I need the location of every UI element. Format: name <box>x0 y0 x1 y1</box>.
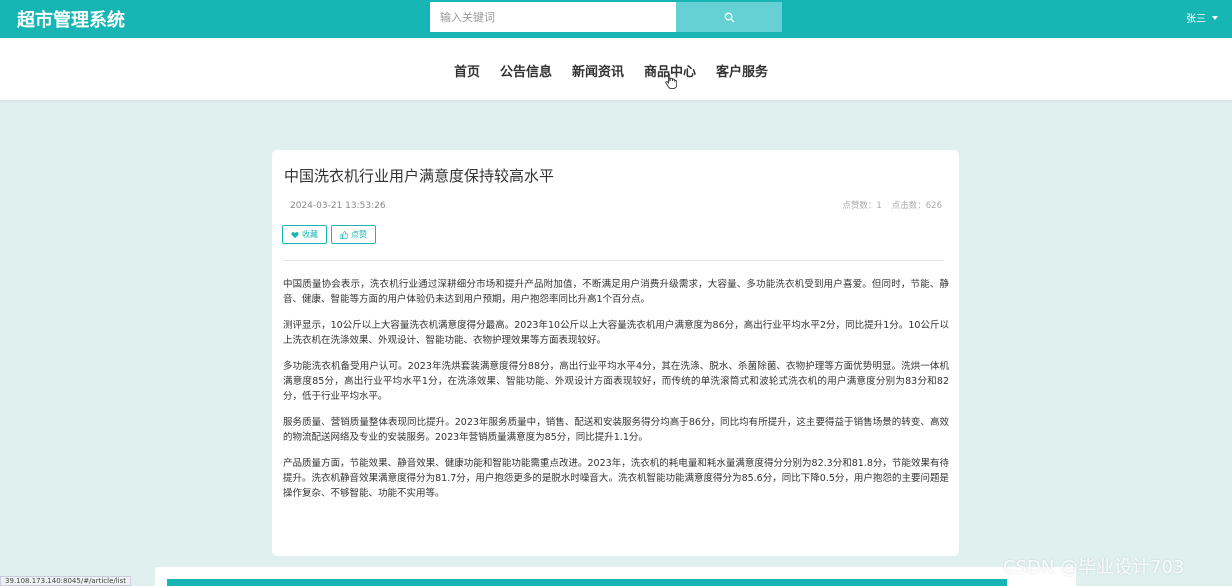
caret-down-icon <box>1212 15 1218 20</box>
divider <box>284 260 944 261</box>
footer-bar <box>167 579 1007 586</box>
status-bar-url: 39.108.173.140:8045/#/article/list <box>0 576 132 586</box>
watermark: CSDN @毕业设计703 <box>1003 557 1185 578</box>
nav-item-customer-service[interactable]: 客户服务 <box>716 61 768 80</box>
article-content: 中国质量协会表示，洗衣机行业通过深耕细分市场和提升产品附加值，不断满足用户消费升… <box>283 277 949 512</box>
favorite-button[interactable]: 收藏 <box>282 225 327 244</box>
article-paragraph: 测评显示，10公斤以上大容量洗衣机满意度得分最高。2023年10公斤以上大容量洗… <box>283 320 949 346</box>
user-name: 张三 <box>1186 14 1206 25</box>
like-label: 点赞 <box>351 230 367 239</box>
heart-icon <box>291 231 299 238</box>
article-paragraph: 产品质量方面，节能效果、静音效果、健康功能和智能功能需重点改进。2023年，洗衣… <box>283 458 949 499</box>
search-box <box>430 2 782 32</box>
article-card: 中国洗衣机行业用户满意度保持较高水平 2024-03-21 13:53:26 点… <box>272 150 959 556</box>
user-menu[interactable]: 张三 <box>1186 10 1218 25</box>
article-stats: 点赞数：1 点击数：626 <box>842 199 942 211</box>
top-bar: 超市管理系统 张三 <box>0 0 1232 38</box>
nav-item-announcements[interactable]: 公告信息 <box>500 61 552 80</box>
nav-item-home[interactable]: 首页 <box>454 61 480 80</box>
nav-item-news[interactable]: 新闻资讯 <box>572 61 624 80</box>
search-input[interactable] <box>430 2 676 32</box>
article-title: 中国洗衣机行业用户满意度保持较高水平 <box>284 167 555 185</box>
article-paragraph: 多功能洗衣机备受用户认可。2023年洗烘套装满意度得分88分，高出行业平均水平4… <box>283 361 949 402</box>
hand-cursor-icon <box>665 73 677 89</box>
article-paragraph: 中国质量协会表示，洗衣机行业通过深耕细分市场和提升产品附加值，不断满足用户消费升… <box>283 279 949 305</box>
favorite-label: 收藏 <box>302 230 318 239</box>
search-icon <box>724 12 734 22</box>
app-title: 超市管理系统 <box>17 10 125 31</box>
article-date: 2024-03-21 13:53:26 <box>290 201 386 211</box>
like-button[interactable]: 点赞 <box>331 225 376 244</box>
likes-count: 点赞数：1 <box>842 201 882 211</box>
search-button[interactable] <box>676 2 782 32</box>
clicks-count: 点击数：626 <box>891 201 942 211</box>
article-paragraph: 服务质量、营销质量整体表现同比提升。2023年服务质量中，销售、配送和安装服务得… <box>283 417 949 443</box>
thumbs-up-icon <box>340 230 348 239</box>
main-nav: 首页 公告信息 新闻资讯 商品中心 客户服务 <box>0 38 1232 100</box>
